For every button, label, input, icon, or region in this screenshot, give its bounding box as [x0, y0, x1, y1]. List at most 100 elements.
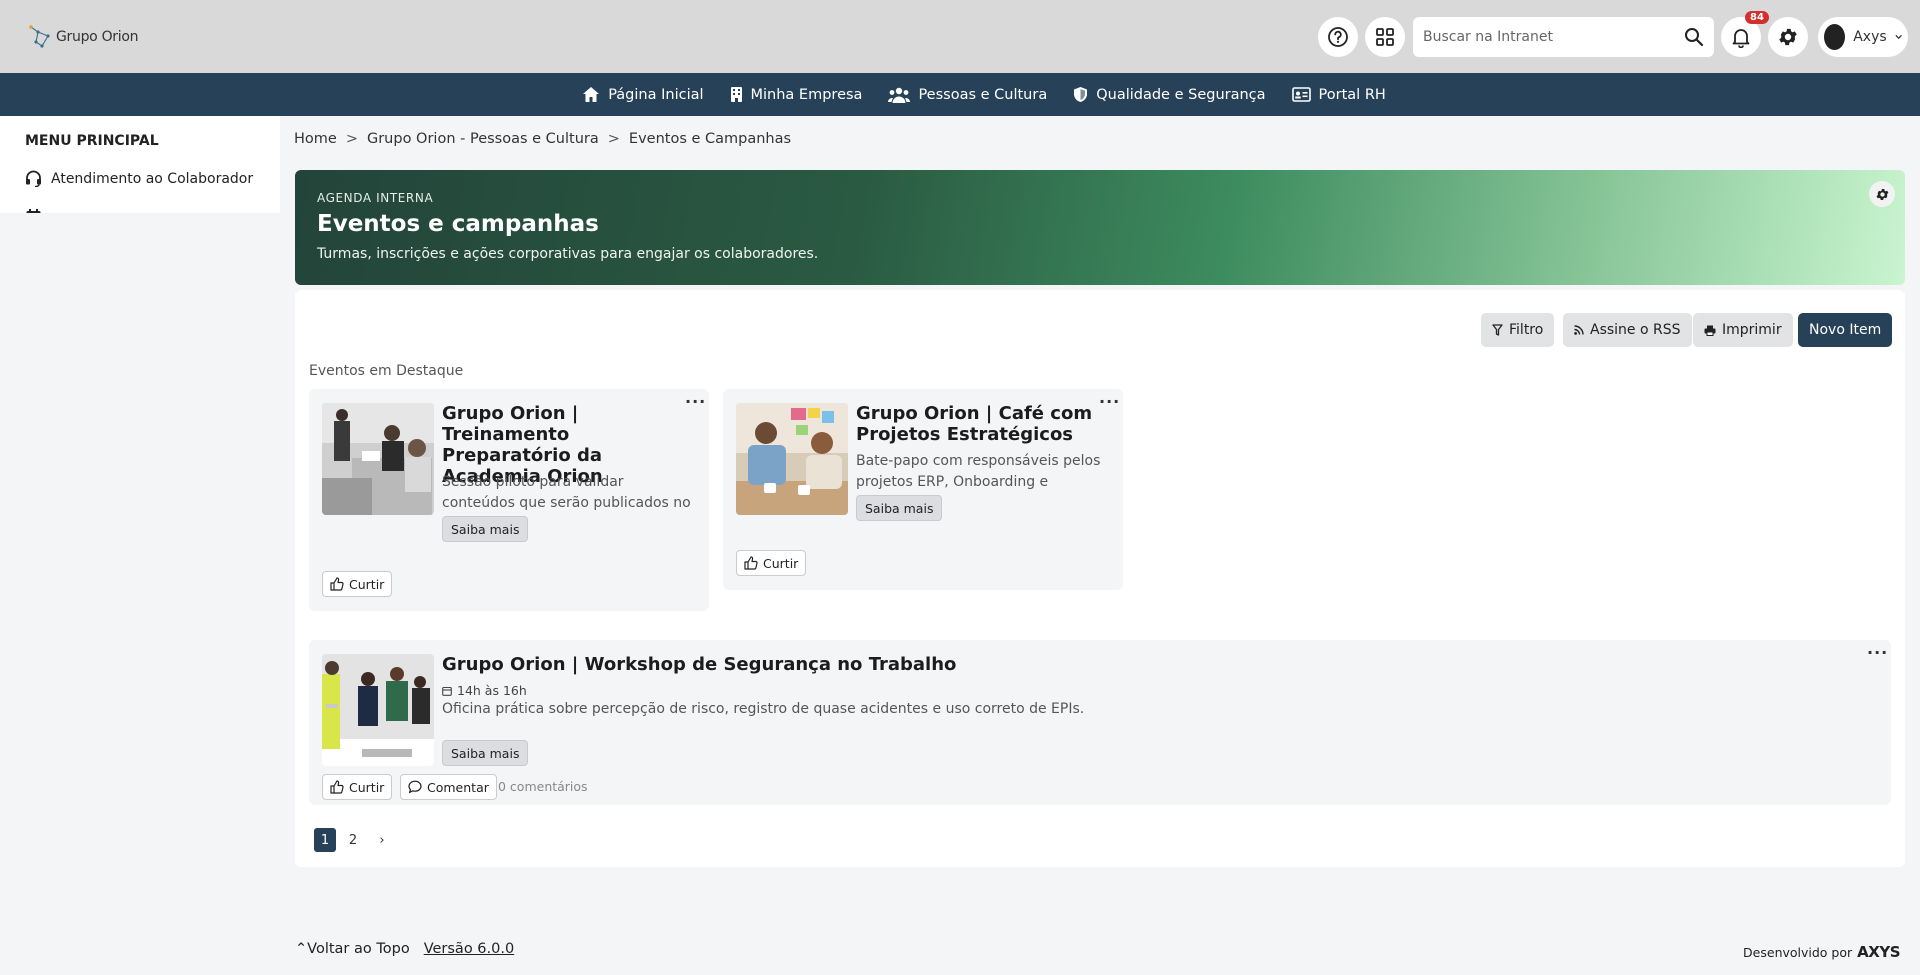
thumbs-up-icon: [744, 556, 758, 570]
footer-left: ⌃Voltar ao Topo Versão 6.0.0: [295, 941, 514, 957]
top-bar: Grupo Orion 84 Axys: [0, 0, 1920, 73]
event-time: 14h às 16h: [442, 683, 527, 698]
event-time-label: 14h às 16h: [457, 683, 527, 698]
footer-credit: Desenvolvido por AXYS: [1743, 943, 1900, 961]
hero-settings-button[interactable]: [1869, 181, 1895, 207]
logo[interactable]: Grupo Orion: [28, 24, 138, 50]
featured-card: Grupo Orion | Café com Projetos Estratég…: [723, 389, 1123, 590]
nav-item-label: Portal RH: [1318, 86, 1386, 103]
breadcrumb-separator: >: [607, 131, 620, 147]
list-item: Grupo Orion | Workshop de Segurança no T…: [309, 640, 1891, 805]
nav-item-qualidade-seguranca[interactable]: Qualidade e Segurança: [1073, 86, 1266, 103]
nav-item-label: Qualidade e Segurança: [1096, 86, 1266, 103]
developed-by-label: Desenvolvido por: [1743, 944, 1853, 960]
version-link[interactable]: Versão 6.0.0: [424, 941, 515, 957]
nav-item-label: Página Inicial: [608, 86, 704, 103]
print-button[interactable]: Imprimir: [1693, 313, 1793, 347]
help-button[interactable]: [1318, 17, 1358, 57]
like-button[interactable]: Curtir: [322, 774, 393, 800]
search-icon[interactable]: [1684, 27, 1704, 47]
chevron-down-icon: [1895, 34, 1902, 40]
calendar-icon: [442, 686, 452, 696]
gear-icon: [1876, 188, 1888, 200]
more-options-icon[interactable]: ···: [1867, 643, 1888, 662]
event-thumbnail[interactable]: [736, 403, 848, 515]
featured-section-label: Eventos em Destaque: [309, 363, 464, 379]
event-description: Bate-papo com responsáveis pelos projeto…: [856, 453, 1101, 490]
back-to-top-link[interactable]: ⌃Voltar ao Topo: [295, 941, 410, 957]
like-label: Curtir: [349, 779, 385, 795]
logo-text: Grupo Orion: [56, 29, 139, 45]
event-description: Oficina prática sobre percepção de risco…: [442, 701, 1085, 717]
breadcrumb-current: Eventos e Campanhas: [628, 131, 792, 147]
like-button[interactable]: Curtir: [322, 571, 393, 597]
comment-button[interactable]: Comentar: [400, 774, 497, 800]
new-item-button[interactable]: Novo Item: [1798, 313, 1893, 347]
featured-card: Grupo Orion | Treinamento Preparatório d…: [309, 389, 709, 611]
search-input[interactable]: [1423, 29, 1684, 45]
sidebar-title: MENU PRINCIPAL: [25, 133, 159, 149]
headset-icon: [26, 170, 41, 187]
back-to-top-label: Voltar ao Topo: [307, 941, 410, 957]
rss-button[interactable]: Assine o RSS: [1563, 313, 1692, 347]
axys-logo[interactable]: AXYS: [1857, 943, 1900, 961]
user-menu[interactable]: Axys: [1818, 17, 1908, 57]
saiba-mais-button[interactable]: Saiba mais: [442, 740, 529, 766]
saiba-mais-button[interactable]: Saiba mais: [442, 516, 529, 542]
sidebar: MENU PRINCIPAL Atendimento ao Colaborado…: [0, 116, 280, 213]
gear-icon: [1779, 28, 1797, 46]
filter-icon: [1492, 324, 1503, 336]
printer-icon: [1704, 325, 1716, 336]
event-title[interactable]: Grupo Orion | Workshop de Segurança no T…: [442, 654, 1342, 675]
rss-label: Assine o RSS: [1590, 322, 1681, 338]
notification-badge: 84: [1745, 11, 1769, 24]
workshop-image: [322, 654, 434, 766]
thumbs-up-icon: [330, 780, 344, 794]
hero-kicker: AGENDA INTERNA: [317, 191, 434, 205]
nav-item-portal-rh[interactable]: Portal RH: [1291, 86, 1386, 103]
people-icon: [888, 87, 911, 103]
thumbs-up-icon: [330, 577, 344, 591]
event-thumbnail[interactable]: [322, 654, 434, 766]
comment-label: Comentar: [427, 779, 489, 795]
nav-item-home[interactable]: Página Inicial: [582, 86, 704, 103]
search-box: [1413, 17, 1714, 57]
pagination-page-2[interactable]: 2: [342, 828, 364, 852]
breadcrumb: Home > Grupo Orion - Pessoas e Cultura >…: [294, 131, 791, 147]
saiba-mais-button[interactable]: Saiba mais: [856, 495, 943, 521]
nav-item-label: Minha Empresa: [750, 86, 863, 103]
grid-icon: [1376, 28, 1394, 46]
nav-item-minha-empresa[interactable]: Minha Empresa: [730, 86, 863, 103]
more-options-icon[interactable]: ···: [685, 392, 706, 411]
hero-subtitle: Turmas, inscrições e ações corporativas …: [317, 246, 819, 262]
apps-button[interactable]: [1365, 17, 1405, 57]
like-label: Curtir: [763, 555, 799, 571]
breadcrumb-pessoas-cultura[interactable]: Grupo Orion - Pessoas e Cultura: [367, 131, 599, 147]
pagination-next[interactable]: ›: [371, 828, 393, 852]
sidebar-item-partial[interactable]: [25, 208, 42, 213]
event-title[interactable]: Grupo Orion | Café com Projetos Estratég…: [856, 403, 1101, 445]
more-options-icon[interactable]: ···: [1099, 392, 1120, 411]
avatar: [1824, 24, 1846, 50]
comment-icon: [408, 780, 422, 794]
filter-button[interactable]: Filtro: [1481, 313, 1555, 347]
help-icon: [1328, 27, 1348, 47]
user-name: Axys: [1853, 29, 1887, 45]
shield-icon: [1074, 87, 1088, 102]
settings-button[interactable]: [1768, 17, 1808, 57]
bell-icon: [1732, 29, 1750, 48]
comments-count[interactable]: 0 comentários: [498, 779, 588, 794]
logo-icon: [29, 25, 50, 48]
event-thumbnail[interactable]: [322, 403, 434, 515]
nav-item-pessoas-cultura[interactable]: Pessoas e Cultura: [888, 87, 1047, 103]
sidebar-item-atendimento[interactable]: Atendimento ao Colaborador: [25, 170, 253, 187]
filter-label: Filtro: [1509, 322, 1544, 338]
like-button[interactable]: Curtir: [736, 550, 807, 576]
pagination-page-1[interactable]: 1: [314, 828, 336, 852]
breadcrumb-home[interactable]: Home: [294, 131, 337, 147]
rss-icon: [1574, 325, 1584, 335]
nav-item-label: Pessoas e Cultura: [918, 86, 1048, 103]
chevron-up-icon: ⌃: [295, 941, 308, 957]
event-description: Sessão piloto para validar conteúdos que…: [442, 474, 691, 511]
id-card-icon: [1291, 87, 1311, 102]
